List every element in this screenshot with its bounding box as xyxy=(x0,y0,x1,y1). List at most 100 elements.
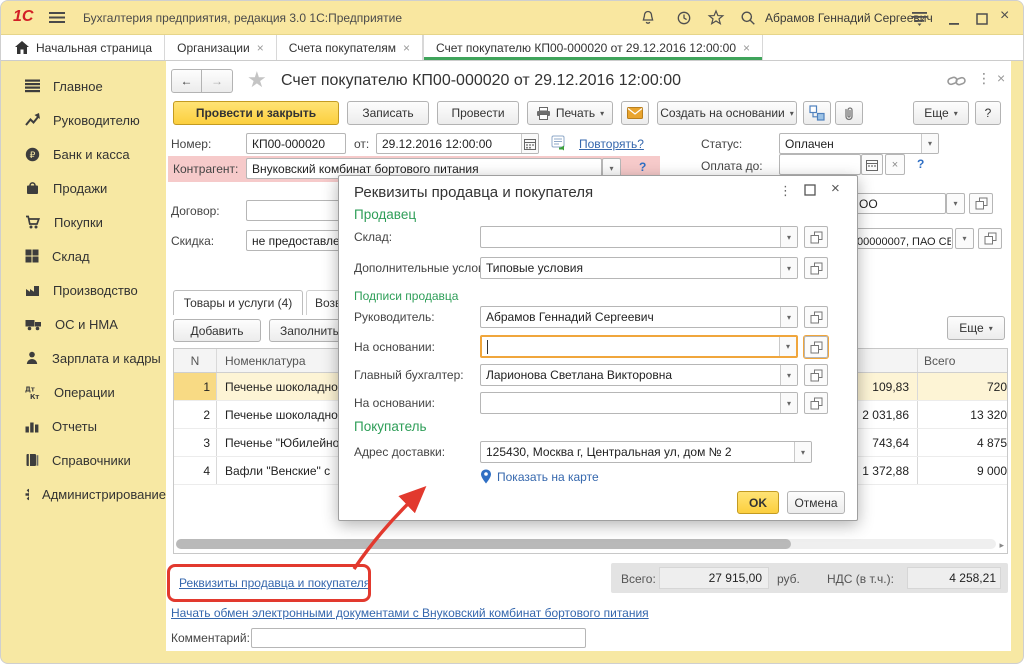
date-field[interactable]: 29.12.2016 12:00:00 xyxy=(376,133,539,154)
sidebar-item-sklad[interactable]: Склад xyxy=(1,239,166,273)
table-more-button[interactable]: Еще ▾ xyxy=(947,316,1005,340)
comment-field[interactable] xyxy=(251,628,586,648)
scroll-right-arrow[interactable]: ▸ xyxy=(999,540,1004,551)
favorites-star-icon[interactable] xyxy=(707,9,725,32)
sidebar-item-otchety[interactable]: Отчеты xyxy=(1,409,166,443)
current-user[interactable]: Абрамов Геннадий Сергеевич xyxy=(765,11,933,25)
favorite-star-icon[interactable]: ★ xyxy=(247,67,267,93)
tab-close-icon[interactable]: × xyxy=(403,41,410,55)
horizontal-scrollbar-track[interactable] xyxy=(176,539,996,549)
create-based-on-button[interactable]: Создать на основании ▾ xyxy=(657,101,797,125)
dropdown-icon[interactable]: ▾ xyxy=(780,258,797,278)
basis1-open-button[interactable] xyxy=(804,336,828,358)
pay-until-field[interactable] xyxy=(779,154,861,175)
basis1-field-focused[interactable]: ▾ xyxy=(480,335,798,358)
save-button[interactable]: Записать xyxy=(347,101,429,125)
tab-organizations[interactable]: Организации × xyxy=(165,35,277,60)
app-window: 1С Бухгалтерия предприятия, редакция 3.0… xyxy=(0,0,1024,664)
conditions-open-button[interactable] xyxy=(804,257,828,279)
post-and-close-button[interactable]: Провести и закрыть xyxy=(173,101,339,125)
sidebar-item-operacii[interactable]: ДтКт Операции xyxy=(1,375,166,409)
tab-close-icon[interactable]: × xyxy=(257,41,264,55)
sidebar-item-os-nma[interactable]: ОС и НМА xyxy=(1,307,166,341)
repeat-link[interactable]: Повторять? xyxy=(579,137,644,151)
tab-close-icon[interactable]: × xyxy=(743,41,750,55)
bank-account-open-button[interactable] xyxy=(978,228,1002,249)
accountant-field[interactable]: Ларионова Светлана Викторовна ▾ xyxy=(480,364,798,386)
document-structure-button[interactable] xyxy=(803,101,831,125)
counterparty-help-icon[interactable]: ? xyxy=(639,160,646,174)
tab-customer-invoices[interactable]: Счета покупателям × xyxy=(277,35,423,60)
dropdown-icon[interactable]: ▾ xyxy=(779,337,796,356)
status-select[interactable]: Оплачен ▾ xyxy=(779,133,939,154)
dropdown-icon[interactable]: ▾ xyxy=(780,227,797,247)
back-button[interactable]: ← xyxy=(171,69,202,93)
pay-until-help-icon[interactable]: ? xyxy=(917,157,924,171)
sidebar-item-proizvodstvo[interactable]: Производство xyxy=(1,273,166,307)
sidebar-item-glavnoe[interactable]: Главное xyxy=(1,69,166,103)
requisites-link[interactable]: Реквизиты продавца и покупателя xyxy=(179,576,370,590)
basis2-open-button[interactable] xyxy=(804,392,828,414)
tab-home[interactable]: Начальная страница xyxy=(1,35,165,60)
horizontal-scrollbar-thumb[interactable] xyxy=(176,539,791,549)
ok-button[interactable]: OK xyxy=(737,491,779,514)
dialog-more-dots-icon[interactable]: ⋮ xyxy=(779,183,792,199)
sidebar-item-zarplata[interactable]: Зарплата и кадры xyxy=(1,341,166,375)
search-icon[interactable] xyxy=(739,9,757,32)
close-document-icon[interactable]: × xyxy=(997,70,1005,86)
warehouse-field[interactable]: ▾ xyxy=(480,226,798,248)
attachments-button[interactable] xyxy=(835,101,863,125)
get-link-icon[interactable] xyxy=(947,73,967,94)
dialog-maximize-icon[interactable] xyxy=(803,183,817,202)
basis2-field[interactable]: ▾ xyxy=(480,392,798,414)
warehouse-open-button[interactable] xyxy=(804,226,828,248)
tab-invoice-document[interactable]: Счет покупателю КП00-000020 от 29.12.201… xyxy=(423,35,763,60)
dropdown-icon[interactable]: ▾ xyxy=(780,307,797,327)
recurrence-icon[interactable] xyxy=(551,135,568,156)
dropdown-icon[interactable]: ▾ xyxy=(780,365,797,385)
dropdown-icon[interactable]: ▾ xyxy=(794,442,811,462)
col-header-total[interactable]: Всего xyxy=(918,349,1007,372)
dropdown-icon[interactable]: ▾ xyxy=(921,134,938,153)
dialog-close-icon[interactable]: × xyxy=(831,180,840,197)
minimize-button[interactable] xyxy=(945,10,963,33)
maximize-button[interactable] xyxy=(973,10,991,33)
manager-open-button[interactable] xyxy=(804,306,828,328)
sidebar-item-rukovoditelyu[interactable]: Руководителю xyxy=(1,103,166,137)
sidebar-item-administrirovanie[interactable]: Администрирование xyxy=(1,477,166,511)
manager-field[interactable]: Абрамов Геннадий Сергеевич ▾ xyxy=(480,306,798,328)
dropdown-icon[interactable]: ▾ xyxy=(780,393,797,413)
pay-until-calendar-button[interactable] xyxy=(861,154,883,175)
col-header-n[interactable]: N xyxy=(174,349,217,372)
print-button[interactable]: Печать ▾ xyxy=(527,101,613,125)
add-row-button[interactable]: Добавить xyxy=(173,319,261,342)
post-button[interactable]: Провести xyxy=(437,101,519,125)
calendar-picker-button[interactable] xyxy=(521,134,538,153)
cancel-button[interactable]: Отмена xyxy=(787,491,845,514)
help-button[interactable]: ? xyxy=(975,101,1001,125)
notifications-bell-icon[interactable] xyxy=(639,9,657,32)
bank-account-dropdown-button[interactable]: ▾ xyxy=(955,228,974,249)
edi-exchange-link[interactable]: Начать обмен электронными документами с … xyxy=(171,606,649,620)
accountant-open-button[interactable] xyxy=(804,364,828,386)
conditions-field[interactable]: Типовые условия ▾ xyxy=(480,257,798,279)
sidebar-item-pokupki[interactable]: Покупки xyxy=(1,205,166,239)
main-menu-icon[interactable] xyxy=(49,11,65,29)
pay-until-clear-button[interactable]: × xyxy=(885,154,905,175)
sidebar-item-spravochniki[interactable]: Справочники xyxy=(1,443,166,477)
close-window-button[interactable]: × xyxy=(1000,7,1009,25)
forward-button[interactable]: → xyxy=(202,69,233,93)
history-icon[interactable] xyxy=(675,9,693,32)
show-on-map-link[interactable]: Показать на карте xyxy=(497,470,599,484)
organization-open-button[interactable] xyxy=(969,193,993,214)
sidebar-item-prodazhi[interactable]: Продажи xyxy=(1,171,166,205)
sidebar-item-bank-kassa[interactable]: ₽ Банк и касса xyxy=(1,137,166,171)
address-field[interactable]: 125430, Москва г, Центральная ул, дом № … xyxy=(480,441,812,463)
email-button[interactable] xyxy=(621,101,649,125)
service-menu-icon[interactable] xyxy=(911,10,928,32)
more-dots-icon[interactable]: ⋮ xyxy=(977,70,991,87)
more-button[interactable]: Еще ▾ xyxy=(913,101,969,125)
tab-goods-services[interactable]: Товары и услуги (4) xyxy=(173,290,303,315)
number-field[interactable]: КП00-000020 xyxy=(246,133,346,154)
organization-dropdown-button[interactable]: ▾ xyxy=(946,193,965,214)
